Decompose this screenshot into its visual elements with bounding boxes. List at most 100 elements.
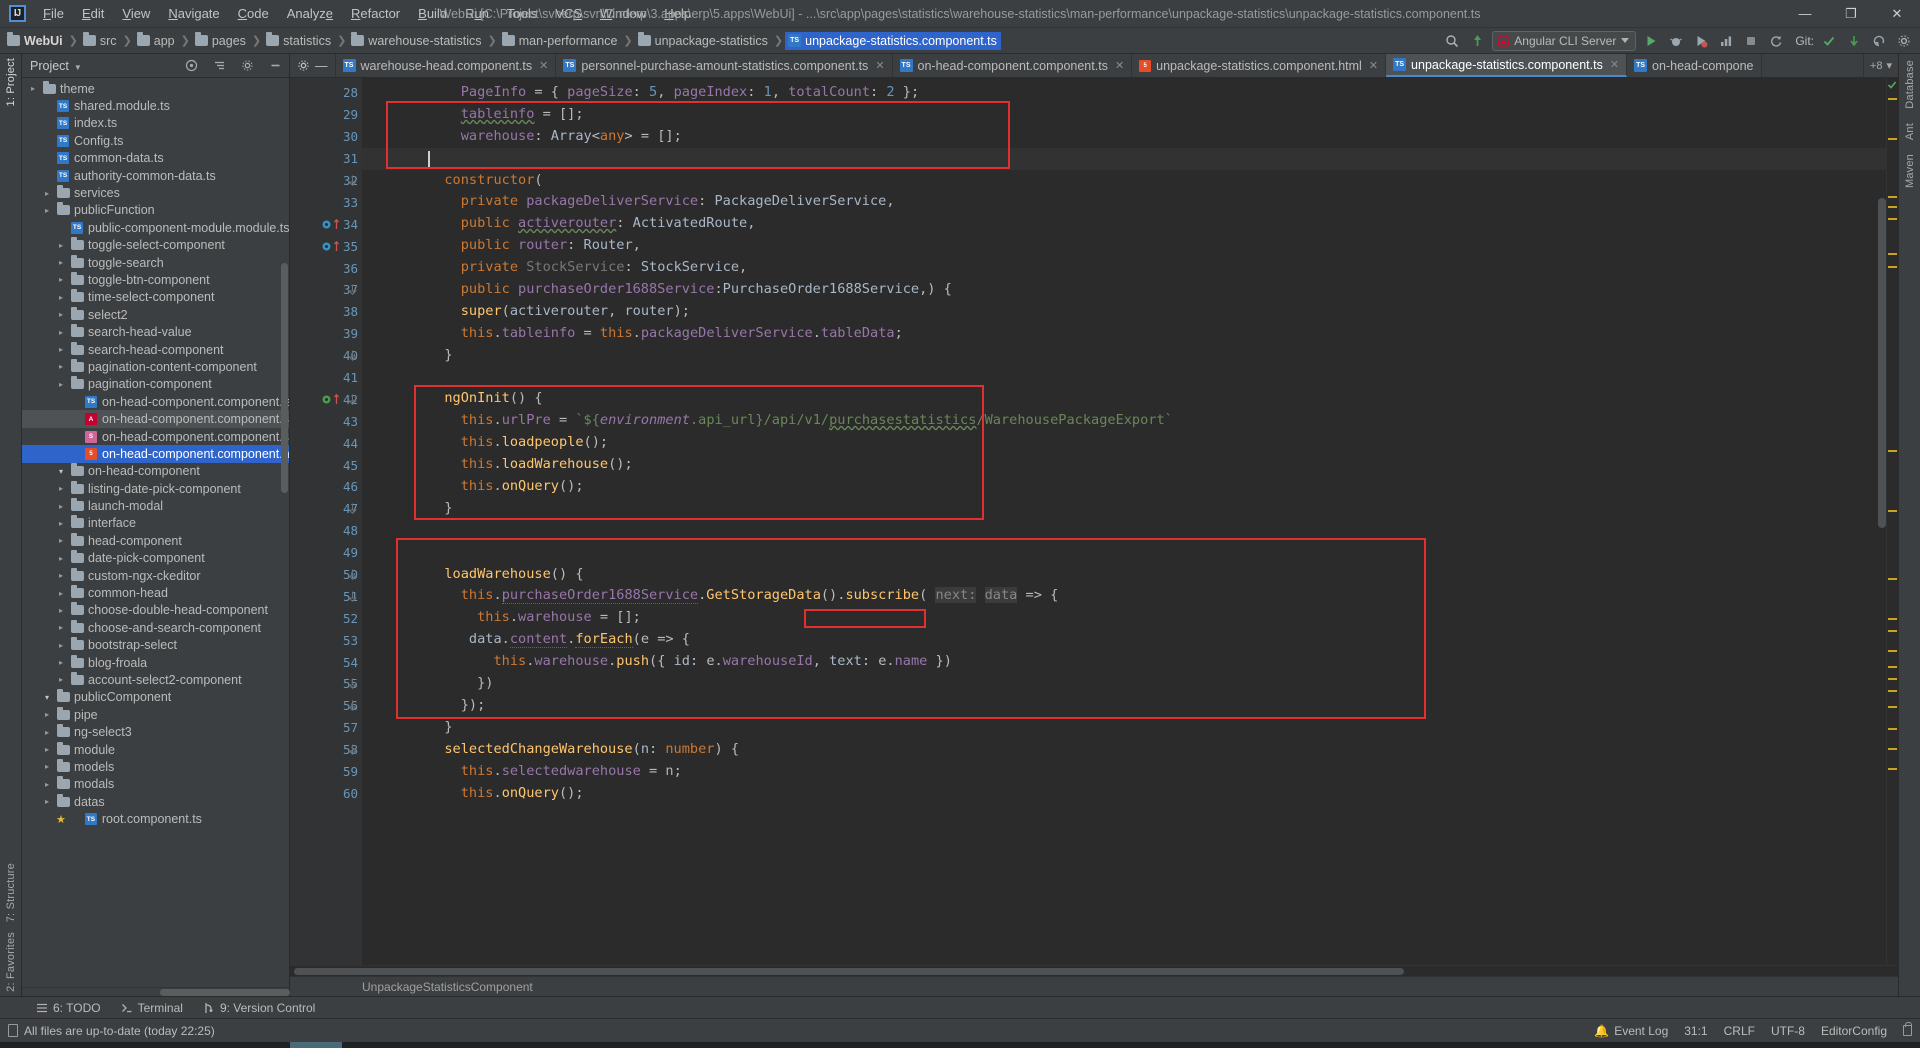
read-only-lock-icon[interactable] (1903, 1022, 1912, 1036)
code-line[interactable] (362, 542, 1886, 564)
code-line[interactable]: data.content.forEach(e => { (362, 629, 1886, 651)
maximize-button[interactable]: ❐ (1828, 0, 1874, 28)
tree-item[interactable]: ▸ common-head (22, 584, 289, 601)
menu-navigate[interactable]: Navigate (159, 2, 228, 25)
menu-run[interactable]: Run (456, 2, 498, 25)
gutter-line[interactable]: 46 (290, 476, 362, 498)
code-line[interactable]: this.loadpeople(); (362, 432, 1886, 454)
chevron-right-icon[interactable]: ▸ (56, 275, 66, 284)
menu-edit[interactable]: Edit (73, 2, 113, 25)
project-tree-scrollbar[interactable] (281, 78, 288, 987)
chevron-right-icon[interactable]: ▸ (56, 241, 66, 250)
marker-tick[interactable] (1888, 206, 1897, 208)
chevron-right-icon[interactable]: ▸ (56, 571, 66, 580)
tree-item[interactable]: ▾ on-head-component (22, 463, 289, 480)
marker-tick[interactable] (1888, 678, 1897, 680)
chevron-right-icon[interactable]: ▸ (56, 536, 66, 545)
gutter-line[interactable]: 43 (290, 410, 362, 432)
code-line[interactable]: super(activerouter, router); (362, 301, 1886, 323)
gutter-line[interactable]: 49 (290, 542, 362, 564)
tree-item[interactable]: ▸ models (22, 758, 289, 775)
chevron-right-icon[interactable]: ▸ (42, 710, 52, 719)
tree-item[interactable]: ▸ theme (22, 80, 289, 97)
tree-item[interactable]: ▸ time-select-component (22, 289, 289, 306)
chevron-right-icon[interactable]: ▸ (56, 623, 66, 632)
gutter-line[interactable]: 29 (290, 104, 362, 126)
project-tree-hscrollbar[interactable] (22, 987, 290, 996)
close-button[interactable]: ✕ (1874, 0, 1920, 28)
menu-refactor[interactable]: Refactor (342, 2, 409, 25)
code-line[interactable]: constructor( (362, 170, 1886, 192)
code-line[interactable]: public purchaseOrder1688Service:Purchase… (362, 279, 1886, 301)
code-line[interactable]: tableinfo = []; (362, 104, 1886, 126)
tree-item[interactable]: TS public-component-module.module.ts (22, 219, 289, 236)
code-line[interactable]: private packageDeliverService: PackageDe… (362, 191, 1886, 213)
marker-tick[interactable] (1888, 666, 1897, 668)
inspection-status-icon[interactable] (1887, 80, 1897, 90)
marker-tick[interactable] (1888, 706, 1897, 708)
marker-tick[interactable] (1888, 266, 1897, 268)
tree-item[interactable]: ★ TS root.component.ts (22, 810, 289, 827)
chevron-right-icon[interactable]: ▸ (56, 606, 66, 615)
tree-item[interactable]: ▸ publicFunction (22, 202, 289, 219)
breadcrumb-item-statistics[interactable]: statistics (263, 32, 335, 50)
tree-item[interactable]: ▸ select2 (22, 306, 289, 323)
tree-item[interactable]: ▸ toggle-select-component (22, 237, 289, 254)
marker-tick[interactable] (1888, 690, 1897, 692)
chevron-right-icon[interactable]: ▸ (42, 745, 52, 754)
line-separator[interactable]: CRLF (1724, 1024, 1755, 1038)
tree-item[interactable]: ▸ date-pick-component (22, 550, 289, 567)
update-project-icon[interactable] (1467, 31, 1487, 51)
tree-item[interactable]: ▾ publicComponent (22, 689, 289, 706)
marker-tick[interactable] (1888, 578, 1897, 580)
close-icon[interactable]: ✕ (1115, 59, 1124, 72)
hide-icon[interactable] (265, 56, 285, 76)
chevron-right-icon[interactable]: ▸ (56, 328, 66, 337)
close-icon[interactable]: ✕ (1610, 58, 1619, 71)
tab-on-head-component[interactable]: TS on-head-component.component.ts ✕ (893, 54, 1133, 77)
bottom-button-version-control[interactable]: 9: Version Control (193, 999, 325, 1017)
tree-item[interactable]: 5 on-head-component.component.html (22, 445, 289, 463)
caret-position[interactable]: 31:1 (1684, 1024, 1707, 1038)
gutter-line[interactable]: 39 (290, 323, 362, 345)
marker-tick[interactable] (1888, 450, 1897, 452)
tree-item[interactable]: ▸ ng-select3 (22, 723, 289, 740)
marker-tick[interactable] (1888, 768, 1897, 770)
event-log-button[interactable]: 🔔 Event Log (1594, 1024, 1668, 1038)
editor-hscrollbar[interactable] (290, 965, 1898, 976)
code-fold-icon[interactable] (346, 564, 358, 586)
code-line[interactable]: } (362, 345, 1886, 367)
code-line[interactable]: this.onQuery(); (362, 476, 1886, 498)
chevron-right-icon[interactable]: ▸ (56, 484, 66, 493)
overriding-method-icon[interactable] (321, 218, 340, 230)
chevron-right-icon[interactable]: ▸ (42, 728, 52, 737)
menu-code[interactable]: Code (229, 2, 278, 25)
sync-icon[interactable] (1766, 31, 1786, 51)
chevron-right-icon[interactable]: ▸ (42, 206, 52, 215)
tab-unpackage-statistics-ts[interactable]: TS unpackage-statistics.component.ts ✕ (1386, 54, 1628, 77)
code-line[interactable]: private StockService: StockService, (362, 257, 1886, 279)
code-fold-icon[interactable] (346, 345, 358, 367)
tab-warehouse-head[interactable]: TS warehouse-head.component.ts ✕ (336, 54, 557, 77)
gutter-line[interactable]: 30 (290, 126, 362, 148)
marker-tick[interactable] (1888, 618, 1897, 620)
code-line[interactable] (362, 367, 1886, 389)
gutter-line[interactable]: 45 (290, 454, 362, 476)
menu-help[interactable]: Help (655, 2, 700, 25)
gutter-line[interactable]: 36 (290, 257, 362, 279)
chevron-right-icon[interactable]: ▸ (42, 189, 52, 198)
breadcrumb-item-man-performance[interactable]: man-performance (499, 32, 622, 50)
chevron-right-icon[interactable]: ▸ (56, 362, 66, 371)
tree-item[interactable]: ▸ datas (22, 793, 289, 810)
tab-pin-gear[interactable]: — (290, 54, 336, 77)
settings-gear-icon[interactable] (1894, 31, 1914, 51)
code-fold-icon[interactable] (346, 279, 358, 301)
marker-tick[interactable] (1888, 728, 1897, 730)
code-line[interactable]: this.selectedwarehouse = n; (362, 761, 1886, 783)
tree-item[interactable]: ▸ search-head-value (22, 323, 289, 340)
stop-icon[interactable] (1741, 31, 1761, 51)
coverage-icon[interactable] (1691, 31, 1711, 51)
rollback-icon[interactable] (1869, 31, 1889, 51)
run-configuration-selector[interactable]: Angular CLI Server (1492, 30, 1637, 51)
gutter-line[interactable]: 51 (290, 585, 362, 607)
